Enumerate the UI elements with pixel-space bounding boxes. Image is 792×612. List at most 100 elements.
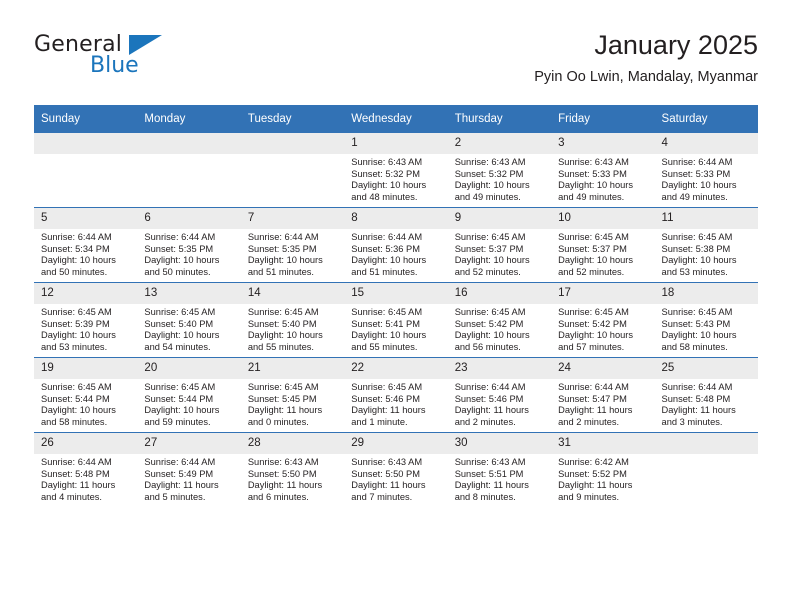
daylight-text-line1: Daylight: 10 hours [454,255,530,266]
daylight-text-line2: and 57 minutes. [558,341,625,352]
calendar-day-cell[interactable]: 4 Sunrise: 6:44 AM Sunset: 5:33 PM Daylight… [654,133,758,208]
sunset-text: Sunset: 5:35 PM [247,243,317,254]
sunrise-text: Sunrise: 6:43 AM [454,457,526,467]
day-details: Sunrise: 6:43 AM Sunset: 5:50 PM Daylight:… [241,454,344,503]
page-header: General Blue January 2025 Pyin Oo Lwin, … [34,28,758,96]
daylight-text-line1: Daylight: 11 hours [247,405,323,416]
daylight-text-line2: and 49 minutes. [558,191,625,202]
sunrise-text: Sunrise: 6:43 AM [247,457,319,467]
calendar-day-cell[interactable]: 9 Sunrise: 6:45 AM Sunset: 5:37 PM Daylight… [447,207,552,283]
daylight-text-line2: and 5 minutes. [144,491,206,502]
day-number [137,133,241,154]
calendar-day-cell[interactable]: 2 Sunrise: 6:43 AM Sunset: 5:32 PM Daylight… [447,133,552,208]
daylight-text-line1: Daylight: 10 hours [661,330,737,341]
daylight-text-line1: Daylight: 10 hours [41,330,116,341]
calendar-day-cell[interactable]: 24 Sunrise: 6:44 AM Sunset: 5:47 PM Dayligh… [551,357,655,433]
sunrise-text: Sunrise: 6:45 AM [558,232,629,242]
daylight-text-line2: and 49 minutes. [454,191,521,202]
weekday-header-tuesday: Tuesday [240,105,345,133]
calendar-day-cell[interactable]: 8 Sunrise: 6:44 AM Sunset: 5:36 PM Daylight… [344,207,448,283]
day-details: Sunrise: 6:43 AM Sunset: 5:50 PM Daylight:… [344,454,447,503]
daylight-text-line2: and 58 minutes. [41,416,108,427]
general-blue-logo[interactable]: General Blue [34,32,214,88]
sunset-text: Sunset: 5:52 PM [558,468,627,479]
sunset-text: Sunset: 5:32 PM [454,168,524,179]
day-number: 28 [240,433,345,454]
daylight-text-line2: and 50 minutes. [144,266,211,277]
weekday-header-wednesday: Wednesday [344,105,448,133]
weekday-header-sunday: Sunday [34,105,138,133]
sunrise-text: Sunrise: 6:44 AM [247,232,319,242]
daylight-text-line2: and 52 minutes. [454,266,521,277]
calendar-day-cell[interactable]: 31 Sunrise: 6:42 AM Sunset: 5:52 PM Dayligh… [551,432,655,507]
sunset-text: Sunset: 5:40 PM [144,318,214,329]
day-number [240,133,345,154]
weekday-header-thursday: Thursday [447,105,552,133]
day-details: Sunrise: 6:45 AM Sunset: 5:45 PM Daylight:… [241,379,344,428]
calendar-day-cell[interactable]: 14 Sunrise: 6:45 AM Sunset: 5:40 PM Dayligh… [240,282,345,358]
day-number [34,133,138,154]
sunset-text: Sunset: 5:46 PM [454,393,524,404]
day-number: 30 [447,433,552,454]
sunset-text: Sunset: 5:46 PM [351,393,420,404]
calendar-day-cell[interactable]: 10 Sunrise: 6:45 AM Sunset: 5:37 PM Dayligh… [551,207,655,283]
day-number [654,433,758,454]
calendar-day-cell[interactable]: 3 Sunrise: 6:43 AM Sunset: 5:33 PM Daylight… [551,133,655,208]
day-details: Sunrise: 6:45 AM Sunset: 5:37 PM Daylight:… [551,229,654,278]
calendar-day-cell[interactable]: 28 Sunrise: 6:43 AM Sunset: 5:50 PM Dayligh… [240,432,345,507]
daylight-text-line1: Daylight: 10 hours [558,180,634,191]
calendar-day-cell[interactable]: 27 Sunrise: 6:44 AM Sunset: 5:49 PM Dayligh… [137,432,241,507]
day-details: Sunrise: 6:44 AM Sunset: 5:33 PM Daylight:… [655,154,758,203]
calendar-day-cell[interactable]: 21 Sunrise: 6:45 AM Sunset: 5:45 PM Dayligh… [240,357,345,433]
sunset-text: Sunset: 5:49 PM [144,468,214,479]
sunrise-text: Sunrise: 6:44 AM [41,457,112,467]
day-details: Sunrise: 6:45 AM Sunset: 5:40 PM Daylight:… [241,304,344,353]
day-number: 6 [137,208,241,229]
calendar-day-cell[interactable]: 18 Sunrise: 6:45 AM Sunset: 5:43 PM Dayligh… [654,282,758,358]
calendar-day-cell[interactable]: 20 Sunrise: 6:45 AM Sunset: 5:44 PM Dayligh… [137,357,241,433]
daylight-text-line2: and 51 minutes. [247,266,314,277]
calendar-day-cell[interactable]: 15 Sunrise: 6:45 AM Sunset: 5:41 PM Dayligh… [344,282,448,358]
calendar-week-row: 19 Sunrise: 6:45 AM Sunset: 5:44 PM Dayligh… [34,357,758,433]
calendar-day-cell[interactable]: 5 Sunrise: 6:44 AM Sunset: 5:34 PM Daylight… [34,207,138,283]
calendar-day-cell[interactable]: 23 Sunrise: 6:44 AM Sunset: 5:46 PM Dayligh… [447,357,552,433]
calendar-day-cell[interactable]: 16 Sunrise: 6:45 AM Sunset: 5:42 PM Dayligh… [447,282,552,358]
calendar-day-cell[interactable]: 25 Sunrise: 6:44 AM Sunset: 5:48 PM Dayligh… [654,357,758,433]
day-details: Sunrise: 6:45 AM Sunset: 5:38 PM Daylight:… [655,229,758,278]
calendar-day-cell[interactable]: 30 Sunrise: 6:43 AM Sunset: 5:51 PM Dayligh… [447,432,552,507]
calendar-day-cell[interactable]: 1 Sunrise: 6:43 AM Sunset: 5:32 PM Daylight… [344,133,448,208]
daylight-text-line1: Daylight: 11 hours [558,480,633,491]
day-number: 15 [344,283,448,304]
day-number: 26 [34,433,138,454]
calendar-page: General Blue January 2025 Pyin Oo Lwin, … [0,0,792,612]
daylight-text-line1: Daylight: 10 hours [144,405,220,416]
weekday-header-friday: Friday [551,105,655,133]
sunrise-text: Sunrise: 6:44 AM [41,232,112,242]
calendar-day-cell[interactable]: 29 Sunrise: 6:43 AM Sunset: 5:50 PM Dayligh… [344,432,448,507]
calendar-day-cell[interactable]: 13 Sunrise: 6:45 AM Sunset: 5:40 PM Dayligh… [137,282,241,358]
sunset-text: Sunset: 5:40 PM [247,318,317,329]
day-details: Sunrise: 6:45 AM Sunset: 5:42 PM Daylight:… [551,304,654,353]
calendar-day-cell[interactable]: 22 Sunrise: 6:45 AM Sunset: 5:46 PM Dayligh… [344,357,448,433]
daylight-text-line2: and 53 minutes. [661,266,728,277]
calendar-day-cell[interactable]: 17 Sunrise: 6:45 AM Sunset: 5:42 PM Dayligh… [551,282,655,358]
day-number: 20 [137,358,241,379]
day-details: Sunrise: 6:45 AM Sunset: 5:37 PM Daylight:… [448,229,551,278]
sunset-text: Sunset: 5:36 PM [351,243,420,254]
calendar-day-cell[interactable]: 19 Sunrise: 6:45 AM Sunset: 5:44 PM Dayligh… [34,357,138,433]
sunset-text: Sunset: 5:35 PM [144,243,214,254]
sunset-text: Sunset: 5:50 PM [247,468,317,479]
sunrise-text: Sunrise: 6:45 AM [41,307,112,317]
calendar-day-cell[interactable]: 7 Sunrise: 6:44 AM Sunset: 5:35 PM Daylight… [240,207,345,283]
calendar-day-cell[interactable]: 12 Sunrise: 6:45 AM Sunset: 5:39 PM Dayligh… [34,282,138,358]
day-number: 31 [551,433,655,454]
day-number: 25 [654,358,758,379]
calendar-week-row: 5 Sunrise: 6:44 AM Sunset: 5:34 PM Daylight… [34,207,758,283]
calendar-body: 1 Sunrise: 6:43 AM Sunset: 5:32 PM Daylight… [34,133,758,507]
calendar-day-cell[interactable]: 11 Sunrise: 6:45 AM Sunset: 5:38 PM Dayligh… [654,207,758,283]
day-details: Sunrise: 6:45 AM Sunset: 5:44 PM Daylight:… [137,379,240,428]
day-number: 24 [551,358,655,379]
calendar-day-cell[interactable]: 6 Sunrise: 6:44 AM Sunset: 5:35 PM Daylight… [137,207,241,283]
calendar-day-cell[interactable]: 26 Sunrise: 6:44 AM Sunset: 5:48 PM Dayligh… [34,432,138,507]
day-details: Sunrise: 6:45 AM Sunset: 5:40 PM Daylight:… [137,304,240,353]
